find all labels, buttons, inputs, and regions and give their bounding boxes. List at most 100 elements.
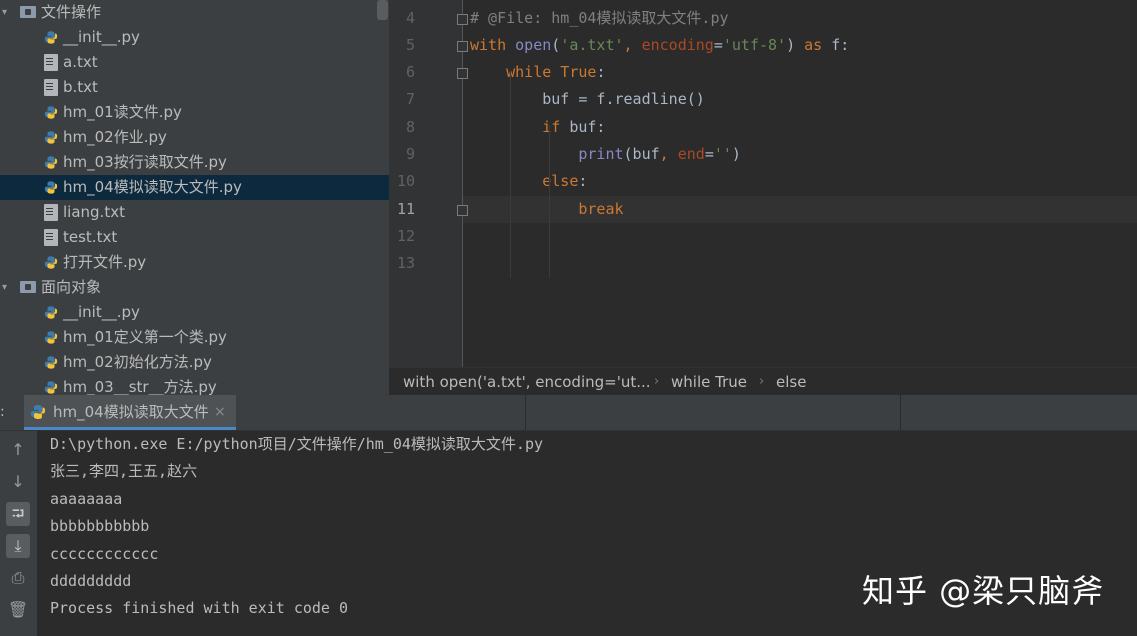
tree-file[interactable]: liang.txt <box>0 200 389 225</box>
code-token: = <box>713 35 723 54</box>
fold-marker-icon[interactable] <box>457 40 468 52</box>
fold-marker-icon[interactable] <box>457 13 468 25</box>
fold-marker-icon[interactable] <box>457 204 468 216</box>
code-editor[interactable]: 4 5 6 7 8 9 10 11 12 13 # @File: hm_04模拟读取大文件.py w… <box>389 0 1137 367</box>
python-file-icon <box>44 356 58 369</box>
code-token: 'a.txt' <box>560 35 624 54</box>
scroll-to-end-icon[interactable]: ⤓ <box>6 534 30 558</box>
tree-file[interactable]: __init__.py <box>0 25 389 50</box>
run-toolbar: ↑ ↓ ⮒ ⤓ ⎙ 🗑 <box>0 431 37 636</box>
tree-file[interactable]: hm_04模拟读取大文件.py <box>0 175 389 200</box>
code-token: , <box>623 35 642 54</box>
tree-file-label: __init__.py <box>63 303 140 321</box>
code-token: f: <box>822 35 850 54</box>
up-arrow-icon[interactable]: ↑ <box>6 438 30 462</box>
tree-file-label: hm_03__str__方法.py <box>63 378 217 395</box>
line-number: 13 <box>396 254 415 273</box>
console-line: Process finished with exit code 0 <box>50 599 349 618</box>
line-number: 5 <box>405 35 415 54</box>
print-icon[interactable]: ⎙ <box>6 566 30 590</box>
tree-file-label: hm_03按行读取文件.py <box>63 153 227 171</box>
code-line[interactable]: with open('a.txt', encoding='utf-8') as … <box>470 32 849 59</box>
code-token: '' <box>713 145 732 163</box>
python-file-icon <box>44 381 58 394</box>
code-token: encoding <box>641 35 714 54</box>
tree-folder[interactable]: ▾ 面向对象 <box>0 275 389 300</box>
gutter-divider <box>462 0 463 367</box>
tree-file[interactable]: hm_03按行读取文件.py <box>0 150 389 175</box>
python-file-icon <box>44 156 58 169</box>
breadcrumb-item[interactable]: while True <box>671 368 747 396</box>
code-token: print <box>578 145 624 163</box>
code-token: while True <box>506 63 597 82</box>
tree-file[interactable]: __init__.py <box>0 300 389 325</box>
breadcrumb-separator-icon: › <box>759 374 765 389</box>
line-number: 7 <box>405 90 415 109</box>
line-number-gutter: 4 5 6 7 8 9 10 11 12 13 <box>389 0 463 367</box>
run-tool-window-header: : hm_04模拟读取大文件 × <box>0 395 1137 431</box>
run-label: : <box>0 404 5 420</box>
code-token: else <box>542 172 579 191</box>
python-icon <box>31 405 45 419</box>
text-file-icon <box>44 54 58 71</box>
breadcrumb-item[interactable]: else <box>776 368 806 396</box>
down-arrow-icon[interactable]: ↓ <box>6 470 30 494</box>
tree-file[interactable]: a.txt <box>0 50 389 75</box>
soft-wrap-icon[interactable]: ⮒ <box>6 502 30 526</box>
tree-file-label: __init__.py <box>63 28 140 46</box>
active-tab-underline <box>24 427 236 430</box>
tree-file[interactable]: hm_02初始化方法.py <box>0 350 389 375</box>
tree-file-label: hm_01定义第一个类.py <box>63 328 227 346</box>
code-token: : <box>596 63 606 82</box>
code-line[interactable]: break <box>470 196 624 223</box>
code-token: break <box>578 199 624 218</box>
code-token: 'utf-8' <box>722 35 787 54</box>
tree-file[interactable]: hm_01定义第一个类.py <box>0 325 389 350</box>
code-token: # @File: hm_04模拟读取大文件.py <box>470 8 729 27</box>
close-icon[interactable]: × <box>214 395 226 430</box>
code-line[interactable]: else: <box>470 168 587 195</box>
code-token: = <box>704 145 714 163</box>
code-token: with <box>470 35 516 54</box>
tree-file-label: hm_01读文件.py <box>63 103 182 121</box>
python-file-icon <box>44 106 58 119</box>
tree-file-label: hm_04模拟读取大文件.py <box>63 178 242 196</box>
watermark-text: 知乎 @梁只脑斧 <box>862 572 1105 610</box>
breadcrumb-item[interactable]: with open('a.txt', encoding='ut... <box>403 368 651 396</box>
console-line: aaaaaaaa <box>50 489 123 508</box>
trash-icon[interactable]: 🗑 <box>6 598 30 622</box>
code-line[interactable]: while True: <box>470 59 605 86</box>
tree-file[interactable]: test.txt <box>0 225 389 250</box>
code-line[interactable]: # @File: hm_04模拟读取大文件.py <box>470 5 729 32</box>
python-file-icon <box>44 181 58 194</box>
chevron-down-icon[interactable]: ▾ <box>2 275 12 300</box>
tree-file[interactable]: hm_02作业.py <box>0 125 389 150</box>
python-file-icon <box>44 31 58 44</box>
run-tab[interactable]: hm_04模拟读取大文件 × <box>24 395 236 430</box>
line-number: 10 <box>396 172 415 191</box>
tree-file[interactable]: 打开文件.py <box>0 250 389 275</box>
code-token: ( <box>551 35 561 54</box>
fold-marker-icon[interactable] <box>457 68 468 80</box>
tree-folder[interactable]: ▾ 文件操作 <box>0 0 389 25</box>
tree-file-label: hm_02作业.py <box>63 128 167 146</box>
text-file-icon <box>44 79 58 96</box>
console-line: cccccccccccc <box>50 544 159 563</box>
scrollbar-thumb[interactable] <box>377 0 388 20</box>
line-number: 6 <box>405 63 415 82</box>
tree-file[interactable]: b.txt <box>0 75 389 100</box>
divider <box>900 395 901 430</box>
python-file-icon <box>44 331 58 344</box>
code-line[interactable]: buf = f.readline() <box>470 86 705 113</box>
tree-file[interactable]: hm_03__str__方法.py <box>0 375 389 395</box>
project-tree: ▾ 文件操作 __init__.py a.txt b.txt hm_01读文件.py hm_… <box>0 0 389 395</box>
code-token: as <box>804 35 823 54</box>
code-line[interactable]: if buf: <box>470 114 605 141</box>
python-file-icon <box>44 131 58 144</box>
chevron-down-icon[interactable]: ▾ <box>2 0 12 25</box>
tree-file[interactable]: hm_01读文件.py <box>0 100 389 125</box>
